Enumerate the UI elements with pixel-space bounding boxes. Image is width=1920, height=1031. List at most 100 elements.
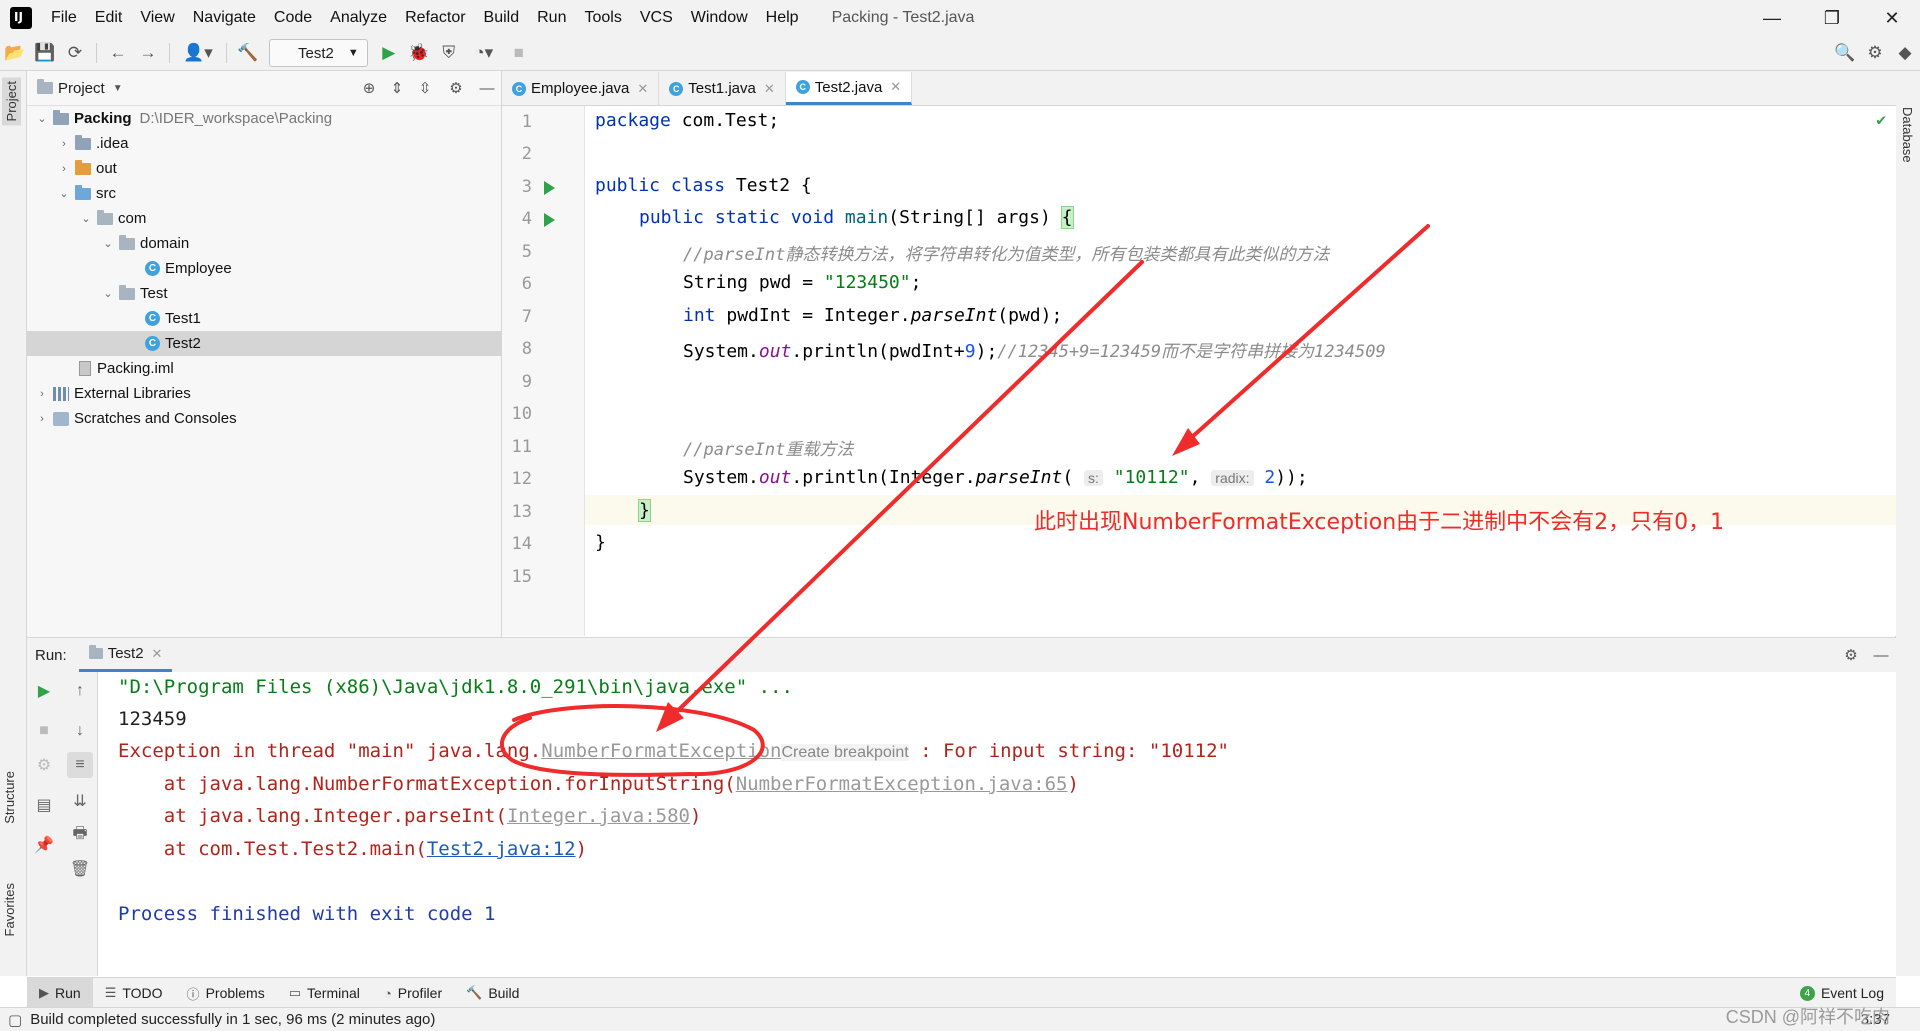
chevron-right-icon[interactable]: ›: [57, 163, 71, 175]
create-breakpoint-tooltip[interactable]: Create breakpoint: [781, 744, 909, 761]
bottom-tab-build[interactable]: 🔨 Build: [454, 978, 531, 1008]
tree-item-out[interactable]: › out: [27, 156, 501, 181]
locate-file-icon[interactable]: ⊕: [355, 79, 383, 97]
database-tool-tab[interactable]: Database: [1900, 107, 1915, 163]
panel-settings-icon[interactable]: ⚙: [439, 79, 473, 97]
stack-trace-link[interactable]: Test2.java:12: [427, 838, 576, 860]
tab-test2-java[interactable]: C Test2.java ✕: [785, 72, 913, 105]
close-window-icon[interactable]: ✕: [1864, 0, 1920, 36]
clear-all-icon[interactable]: 🗑: [67, 856, 93, 882]
search-icon[interactable]: 🔍: [1830, 38, 1860, 68]
chevron-right-icon[interactable]: ›: [57, 138, 71, 150]
tree-item-packing-iml[interactable]: Packing.iml: [27, 356, 501, 381]
tab-test1-java[interactable]: C Test1.java ✕: [659, 72, 786, 105]
close-tab-icon[interactable]: ✕: [152, 646, 163, 662]
run-configuration-select[interactable]: Test2 ▼: [269, 39, 368, 67]
sync-icon[interactable]: ⟳: [60, 38, 90, 68]
console-output[interactable]: "D:\Program Files (x86)\Java\jdk1.8.0_29…: [98, 672, 1896, 976]
menu-vcs[interactable]: VCS: [631, 0, 682, 36]
project-tool-tab[interactable]: Project: [2, 77, 21, 126]
menu-code[interactable]: Code: [265, 0, 321, 36]
run-class-icon[interactable]: [544, 181, 555, 195]
tab-employee-java[interactable]: C Employee.java ✕: [502, 72, 660, 105]
editor-gutter[interactable]: 1 2 3 4 5 6 7 8 9 10 11 12 13 14 15: [502, 106, 585, 636]
chevron-down-icon[interactable]: ⌄: [57, 187, 71, 200]
favorites-tool-tab[interactable]: Favorites: [2, 883, 17, 936]
vcs-user-icon[interactable]: 👤▾: [176, 38, 220, 68]
bottom-tab-todo[interactable]: ☰ TODO: [93, 978, 175, 1008]
settings-gear-icon[interactable]: ⚙: [1860, 38, 1890, 68]
run-settings-icon[interactable]: ⚙: [1836, 646, 1866, 664]
inspection-ok-icon[interactable]: ✔: [1876, 110, 1886, 129]
menu-edit[interactable]: Edit: [86, 0, 132, 36]
build-hammer-icon[interactable]: 🔨: [233, 38, 263, 68]
tree-item-idea[interactable]: › .idea: [27, 131, 501, 156]
hide-run-icon[interactable]: —: [1866, 647, 1896, 664]
debug-icon[interactable]: 🐞: [404, 38, 434, 68]
status-layout-icon[interactable]: ▢: [8, 1011, 22, 1029]
soft-wrap-icon[interactable]: ≡: [67, 752, 93, 778]
tree-item-com[interactable]: ⌄ com: [27, 206, 501, 231]
menu-refactor[interactable]: Refactor: [396, 0, 474, 36]
expand-all-icon[interactable]: ⇕: [383, 79, 411, 97]
tree-item-external-libraries[interactable]: › External Libraries: [27, 381, 501, 406]
stack-trace-link[interactable]: NumberFormatException.java:65: [736, 773, 1068, 795]
status-message[interactable]: Build completed successfully in 1 sec, 9…: [30, 1011, 435, 1028]
menu-navigate[interactable]: Navigate: [184, 0, 265, 36]
coverage-icon[interactable]: ⛨: [434, 38, 464, 68]
menu-analyze[interactable]: Analyze: [321, 0, 396, 36]
layout-icon[interactable]: ▤: [31, 792, 57, 818]
toolbox-icon[interactable]: ◆: [1890, 38, 1920, 68]
scroll-to-end-icon[interactable]: ⇊: [67, 788, 93, 814]
restore-layout-icon[interactable]: ⚙: [31, 752, 57, 778]
print-icon[interactable]: 🖶: [67, 822, 93, 848]
scroll-up-icon[interactable]: ↑: [67, 678, 93, 704]
close-tab-icon[interactable]: ✕: [890, 79, 901, 95]
project-panel-title[interactable]: Project: [58, 80, 105, 97]
tree-item-src[interactable]: ⌄ src: [27, 181, 501, 206]
stop-icon[interactable]: ■: [504, 38, 534, 68]
run-icon[interactable]: ▶: [374, 38, 404, 68]
scroll-down-icon[interactable]: ↓: [67, 718, 93, 744]
menu-build[interactable]: Build: [475, 0, 529, 36]
menu-window[interactable]: Window: [682, 0, 757, 36]
minimize-icon[interactable]: —: [1744, 0, 1800, 36]
code-editor[interactable]: ✔ package com.Test; public class Test2 {…: [585, 106, 1896, 636]
chevron-right-icon[interactable]: ›: [35, 413, 49, 425]
hide-panel-icon[interactable]: —: [473, 80, 501, 97]
chevron-down-icon[interactable]: ▼: [113, 83, 123, 94]
run-method-icon[interactable]: [544, 213, 555, 227]
chevron-down-icon[interactable]: ⌄: [101, 287, 115, 300]
tree-item-packing[interactable]: ⌄ Packing D:\IDER_workspace\Packing: [27, 106, 501, 131]
collapse-all-icon[interactable]: ⇳: [411, 79, 439, 97]
pin-tab-icon[interactable]: 📌: [31, 832, 57, 858]
menu-file[interactable]: File: [42, 0, 86, 36]
bottom-tab-run[interactable]: ▶ Run: [27, 978, 93, 1008]
run-tab-test2[interactable]: Test2 ✕: [78, 638, 173, 672]
stop-run-icon[interactable]: ■: [31, 718, 57, 744]
chevron-down-icon[interactable]: ⌄: [101, 237, 115, 250]
menu-help[interactable]: Help: [757, 0, 808, 36]
chevron-down-icon[interactable]: ⌄: [79, 212, 93, 225]
tree-item-domain[interactable]: ⌄ domain: [27, 231, 501, 256]
tree-item-employee[interactable]: C Employee: [27, 256, 501, 281]
menu-tools[interactable]: Tools: [575, 0, 630, 36]
profile-icon[interactable]: ◔▾: [464, 38, 504, 68]
restore-icon[interactable]: ❐: [1804, 0, 1860, 36]
menu-run[interactable]: Run: [528, 0, 575, 36]
bottom-tab-terminal[interactable]: ▭ Terminal: [277, 978, 372, 1008]
open-folder-icon[interactable]: 📂: [0, 38, 30, 68]
close-tab-icon[interactable]: ✕: [637, 81, 648, 97]
menu-view[interactable]: View: [131, 0, 183, 36]
forward-icon[interactable]: →: [133, 38, 163, 68]
bottom-tab-problems[interactable]: ⓘ Problems: [175, 978, 277, 1008]
back-icon[interactable]: ←: [103, 38, 133, 68]
close-tab-icon[interactable]: ✕: [764, 81, 775, 97]
bottom-tab-profiler[interactable]: ◔ Profiler: [372, 978, 454, 1008]
tree-item-test1[interactable]: C Test1: [27, 306, 501, 331]
chevron-right-icon[interactable]: ›: [35, 388, 49, 400]
tree-item-test2[interactable]: C Test2: [27, 331, 501, 356]
rerun-icon[interactable]: ▶: [31, 678, 57, 704]
stack-trace-link[interactable]: Integer.java:580: [507, 805, 690, 827]
chevron-down-icon[interactable]: ⌄: [35, 112, 49, 125]
